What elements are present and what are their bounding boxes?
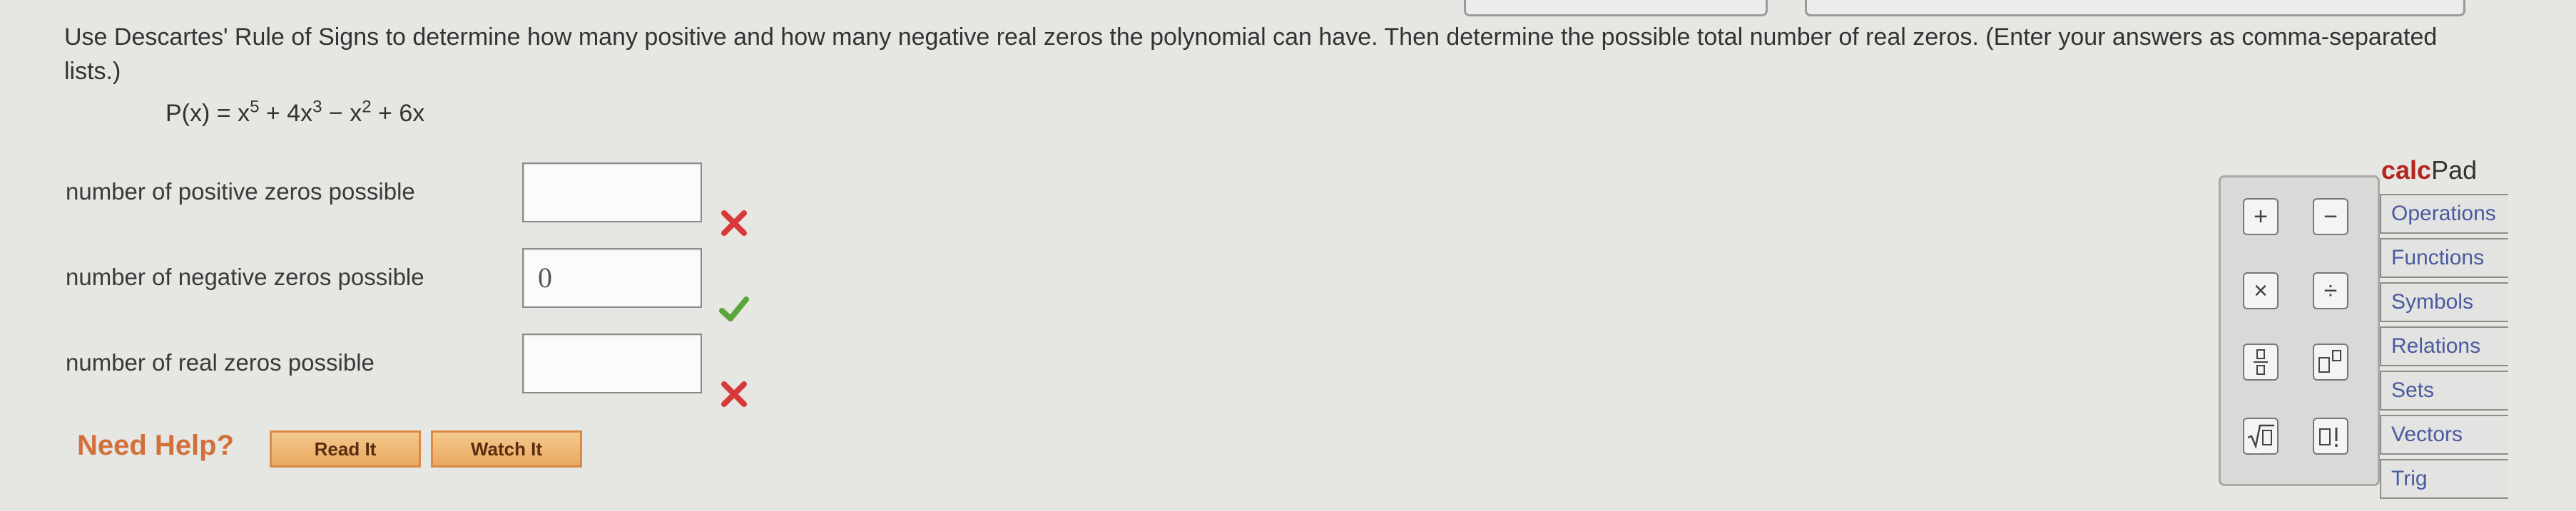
tab-sets[interactable]: Sets (2380, 371, 2508, 411)
factorial-icon (2319, 428, 2338, 447)
minus-key[interactable]: − (2313, 198, 2348, 235)
read-it-button[interactable]: Read It (270, 430, 421, 468)
divide-key[interactable]: ÷ (2313, 272, 2348, 309)
poly-exp-1: 5 (250, 97, 260, 117)
need-help-label: Need Help? (77, 430, 235, 461)
real-zeros-input[interactable] (522, 334, 702, 393)
negative-zeros-label: number of negative zeros possible (66, 264, 424, 290)
correct-check-icon (719, 296, 749, 321)
calcpad-title: calcPad (2381, 155, 2477, 185)
positive-zeros-input[interactable] (522, 162, 702, 222)
calcpad-title-pad: Pad (2431, 155, 2478, 185)
calcpad-title-calc: calc (2381, 155, 2432, 185)
poly-term-2: + 4x (259, 100, 313, 127)
tab-operations[interactable]: Operations (2380, 194, 2508, 234)
tab-symbols[interactable]: Symbols (2380, 282, 2508, 322)
sqrt-icon (2247, 424, 2274, 450)
tab-trig[interactable]: Trig (2380, 459, 2508, 499)
polynomial: P(x) = x5 + 4x3 − x2 + 6x (166, 97, 425, 128)
positive-zeros-label: number of positive zeros possible (66, 178, 415, 205)
sqrt-key[interactable] (2243, 418, 2279, 455)
exponent-icon (2318, 350, 2341, 373)
tab-functions[interactable]: Functions (2380, 238, 2508, 278)
poly-exp-3: 2 (362, 97, 372, 117)
poly-term-3: − x (322, 100, 362, 127)
tab-relations[interactable]: Relations (2380, 326, 2508, 366)
poly-term-4: + 6x (371, 100, 425, 127)
question-text: Use Descartes' Rule of Signs to determin… (64, 24, 2438, 85)
top-tab (1464, 0, 1768, 16)
top-tab (1805, 0, 2465, 16)
poly-lhs: P(x) = x (166, 100, 250, 127)
watch-it-button[interactable]: Watch It (431, 430, 582, 468)
fraction-key[interactable] (2243, 344, 2279, 381)
multiply-key[interactable]: × (2243, 272, 2279, 309)
real-zeros-label: number of real zeros possible (66, 349, 375, 376)
incorrect-x-icon (721, 381, 747, 407)
poly-exp-2: 3 (312, 97, 322, 117)
tab-vectors[interactable]: Vectors (2380, 415, 2508, 455)
factorial-key[interactable] (2313, 418, 2348, 455)
incorrect-x-icon (721, 210, 747, 236)
exponent-key[interactable] (2313, 344, 2348, 381)
fraction-icon (2254, 349, 2268, 375)
plus-key[interactable]: + (2243, 198, 2279, 235)
negative-zeros-input[interactable]: 0 (522, 248, 702, 308)
